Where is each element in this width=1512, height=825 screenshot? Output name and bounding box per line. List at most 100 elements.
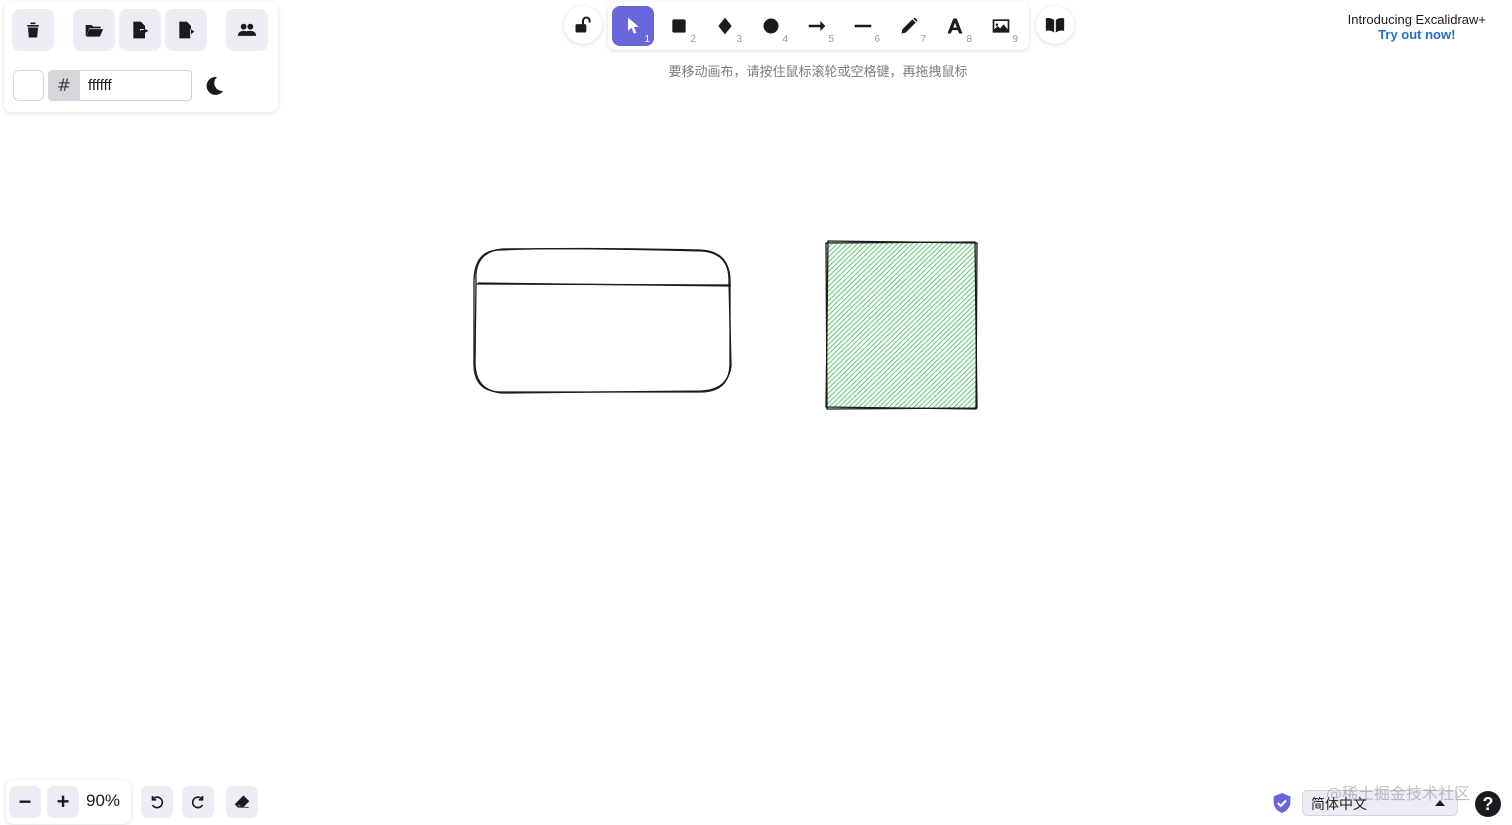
tool-key: 7 [920,34,926,45]
hatch-line [826,242,965,377]
folder-open-icon [85,25,104,37]
hatch-line [826,242,960,372]
hatch-line [826,242,935,348]
drawing-canvas[interactable] [0,0,1512,825]
zoom-level[interactable]: 90% [86,791,120,811]
zoom-controls: − + 90% [6,780,131,824]
eraser-icon [234,795,250,808]
tool-line[interactable]: 6 [842,6,884,46]
hatch-line [826,242,915,329]
hatch-line [842,278,976,408]
hatch-line [826,242,970,382]
hatch-line [957,389,976,408]
hatched-square-shape[interactable] [656,240,1156,410]
hatch-line [826,242,885,299]
hatch-line [826,249,976,397]
hatch-line [826,242,930,343]
moon-icon[interactable] [202,74,226,98]
tool-diamond[interactable]: 3 [704,6,746,46]
tool-key: 8 [966,34,972,45]
tool-draw[interactable]: 7 [888,6,930,46]
hatch-line [902,336,976,408]
zoom-out-button[interactable]: − [9,786,41,818]
file-image-icon [179,21,195,39]
hatch-line [826,244,976,392]
arrow-right-icon [808,21,826,31]
circle-icon [763,18,779,34]
tool-arrow[interactable]: 5 [796,6,838,46]
eraser-button[interactable] [226,786,258,818]
hatch-line [826,242,945,358]
hatch-line [826,242,850,265]
hatch-line [826,242,855,270]
hatch-line [981,240,1156,410]
hatch-line [922,355,976,408]
hatch-line [887,321,976,408]
line-icon [854,24,872,28]
background-color-swatch[interactable] [13,70,44,101]
tool-key: 4 [782,34,788,45]
redo-button[interactable] [182,786,214,818]
tool-key: 3 [736,34,742,45]
hatch-line [826,242,845,261]
hatch-line [857,292,976,408]
hatch-line [826,253,976,401]
tool-key: 9 [1012,34,1018,45]
tool-image[interactable]: 9 [980,6,1022,46]
diamond-icon [718,17,732,35]
undo-icon [151,796,164,809]
clear-canvas-button[interactable] [12,9,54,51]
text-icon [947,18,963,34]
library-button[interactable] [1036,6,1074,44]
hatch-line [826,242,950,363]
export-image-button[interactable] [165,9,207,51]
hatch-line [976,240,1151,410]
tool-text[interactable]: 8 [934,6,976,46]
hatch-line [937,370,976,408]
open-file-button[interactable] [73,9,115,51]
tool-ellipse[interactable]: 4 [750,6,792,46]
promo-link[interactable]: Try out now! [1348,27,1486,42]
rounded-rectangle-shape[interactable] [473,247,732,394]
undo-button[interactable] [141,786,173,818]
excalidraw-plus-promo[interactable]: Introducing Excalidraw+ Try out now! [1348,12,1486,42]
hatch-line [877,312,976,408]
hatch-line [897,331,976,408]
hex-hash-label: # [48,70,80,101]
tool-selection[interactable]: 1 [612,6,654,46]
zoom-in-button[interactable]: + [47,786,79,818]
hatch-line [826,242,925,338]
hatch-line [917,351,976,408]
users-icon [237,23,257,36]
hatch-line [962,394,976,408]
hatch-line [826,242,865,280]
file-export-icon [133,21,149,39]
hatch-line [882,317,976,408]
shield-check-icon[interactable] [1272,792,1292,814]
hatch-line [947,380,976,408]
save-file-button[interactable] [119,9,161,51]
hatch-line [826,242,940,353]
trash-icon [27,22,39,38]
hatch-line [826,242,840,256]
shapes-toolbar: 1 2 3 4 5 6 7 8 9 [608,2,1029,50]
unlock-icon [575,16,591,33]
hatch-line [847,283,976,408]
hatch-line [826,242,890,304]
collaborate-button[interactable] [226,9,268,51]
hatch-line [932,365,976,408]
redo-icon [191,796,204,809]
tool-key: 5 [828,34,834,45]
tool-rectangle[interactable]: 2 [658,6,700,46]
hatch-line [826,242,895,309]
book-open-icon [1045,18,1065,33]
tool-key: 2 [690,34,696,45]
help-button[interactable]: ? [1475,791,1501,817]
background-hex-input[interactable] [80,70,192,101]
hatch-line [872,307,976,408]
lock-tool-button[interactable] [564,6,602,44]
square-icon [672,19,686,33]
hatch-line [852,287,976,408]
hatch-line [972,404,976,408]
hatch-line [826,258,976,406]
